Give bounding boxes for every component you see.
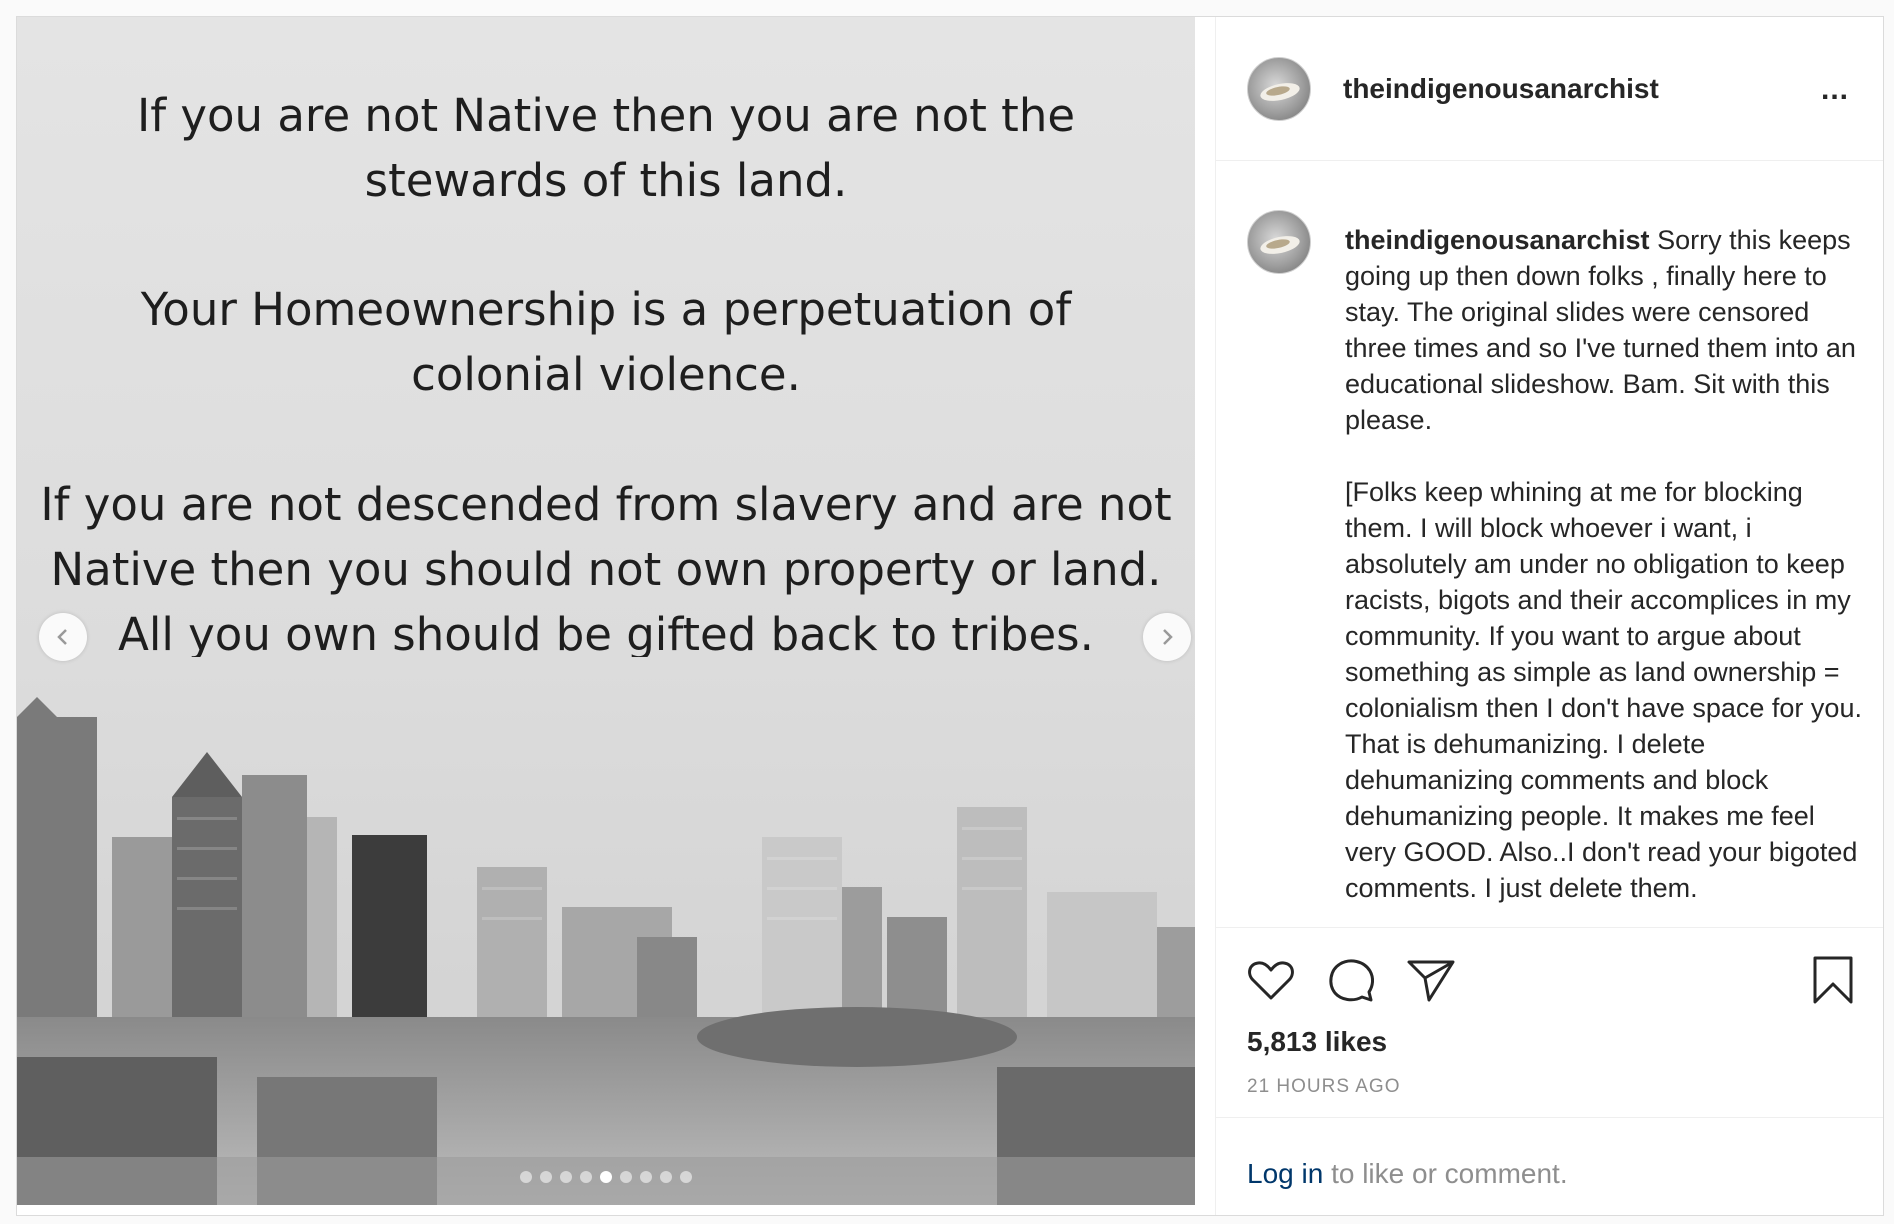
share-button[interactable] xyxy=(1405,954,1457,1006)
likes-count[interactable]: 5,813 likes xyxy=(1247,1026,1387,1058)
slide-dot xyxy=(520,1171,532,1183)
post-media[interactable]: If you are not Native then you are not t… xyxy=(17,17,1195,1205)
chevron-right-icon xyxy=(1163,629,1173,645)
slide-text-block-3: If you are not descended from slavery an… xyxy=(17,472,1195,667)
avatar[interactable] xyxy=(1247,210,1311,274)
heart-icon xyxy=(1248,961,1294,1000)
slide-dot xyxy=(640,1171,652,1183)
slide-dot xyxy=(620,1171,632,1183)
comment-button[interactable] xyxy=(1325,954,1377,1006)
previous-slide-button[interactable] xyxy=(39,613,87,661)
caption-username-link[interactable]: theindigenousanarchist xyxy=(1345,225,1650,255)
login-rest-text: to like or comment. xyxy=(1323,1158,1568,1189)
login-link[interactable]: Log in xyxy=(1247,1158,1323,1189)
paper-plane-icon xyxy=(1407,960,1455,1002)
slide-text-line: If you are not descended from slavery an… xyxy=(40,478,1172,531)
caption-section: theindigenousanarchist Sorry this keeps … xyxy=(1215,162,1883,926)
slide-text-line: Your Homeownership is a perpetuation of xyxy=(140,283,1072,336)
slide-text-area: If you are not Native then you are not t… xyxy=(17,17,1195,667)
slide-dot-active xyxy=(600,1171,612,1183)
caption-text-1: Sorry this keeps going up then down folk… xyxy=(1345,225,1856,435)
save-button[interactable] xyxy=(1807,954,1859,1006)
avatar-image xyxy=(1260,236,1300,254)
slide-dot xyxy=(660,1171,672,1183)
slide-indicator xyxy=(17,1171,1195,1183)
avatar[interactable] xyxy=(1247,57,1311,121)
post-header: theindigenousanarchist ... xyxy=(1215,17,1883,161)
caption-text: theindigenousanarchist Sorry this keeps … xyxy=(1345,222,1865,926)
post-card: If you are not Native then you are not t… xyxy=(16,16,1884,1216)
caption-paragraph-2: [Folks keep whining at me for blocking t… xyxy=(1345,477,1862,903)
bookmark-icon xyxy=(1813,956,1853,1004)
slide-text-line: Native then you should not own property … xyxy=(50,543,1162,596)
slide-text-line: colonial violence. xyxy=(411,348,801,401)
slide-text-block-1: If you are not Native then you are not t… xyxy=(17,83,1195,213)
post-actions: 5,813 likes 21 HOURS AGO xyxy=(1215,927,1883,1117)
more-options-icon[interactable]: ... xyxy=(1821,73,1849,107)
slide-text-block-2: Your Homeownership is a perpetuation of … xyxy=(17,277,1195,407)
comment-icon xyxy=(1329,959,1374,1002)
city-skyline-image xyxy=(17,657,1195,1205)
caption-paragraph-1: theindigenousanarchist Sorry this keeps … xyxy=(1345,222,1865,438)
slide-text-line: If you are not Native then you are not t… xyxy=(136,89,1076,142)
slide-dot xyxy=(560,1171,572,1183)
chevron-left-icon xyxy=(57,629,67,645)
slide-dot xyxy=(580,1171,592,1183)
slide-dot xyxy=(680,1171,692,1183)
slide-text-line: stewards of this land. xyxy=(364,154,848,207)
avatar-image xyxy=(1260,83,1300,101)
header-username-link[interactable]: theindigenousanarchist xyxy=(1343,73,1659,105)
like-button[interactable] xyxy=(1245,954,1297,1006)
next-slide-button[interactable] xyxy=(1143,613,1191,661)
post-side-panel: theindigenousanarchist ... theindigenous… xyxy=(1215,17,1883,1215)
slide-dot xyxy=(540,1171,552,1183)
login-prompt: Log in to like or comment. xyxy=(1215,1117,1883,1215)
login-text: Log in to like or comment. xyxy=(1247,1158,1568,1190)
post-timestamp[interactable]: 21 HOURS AGO xyxy=(1247,1076,1401,1098)
